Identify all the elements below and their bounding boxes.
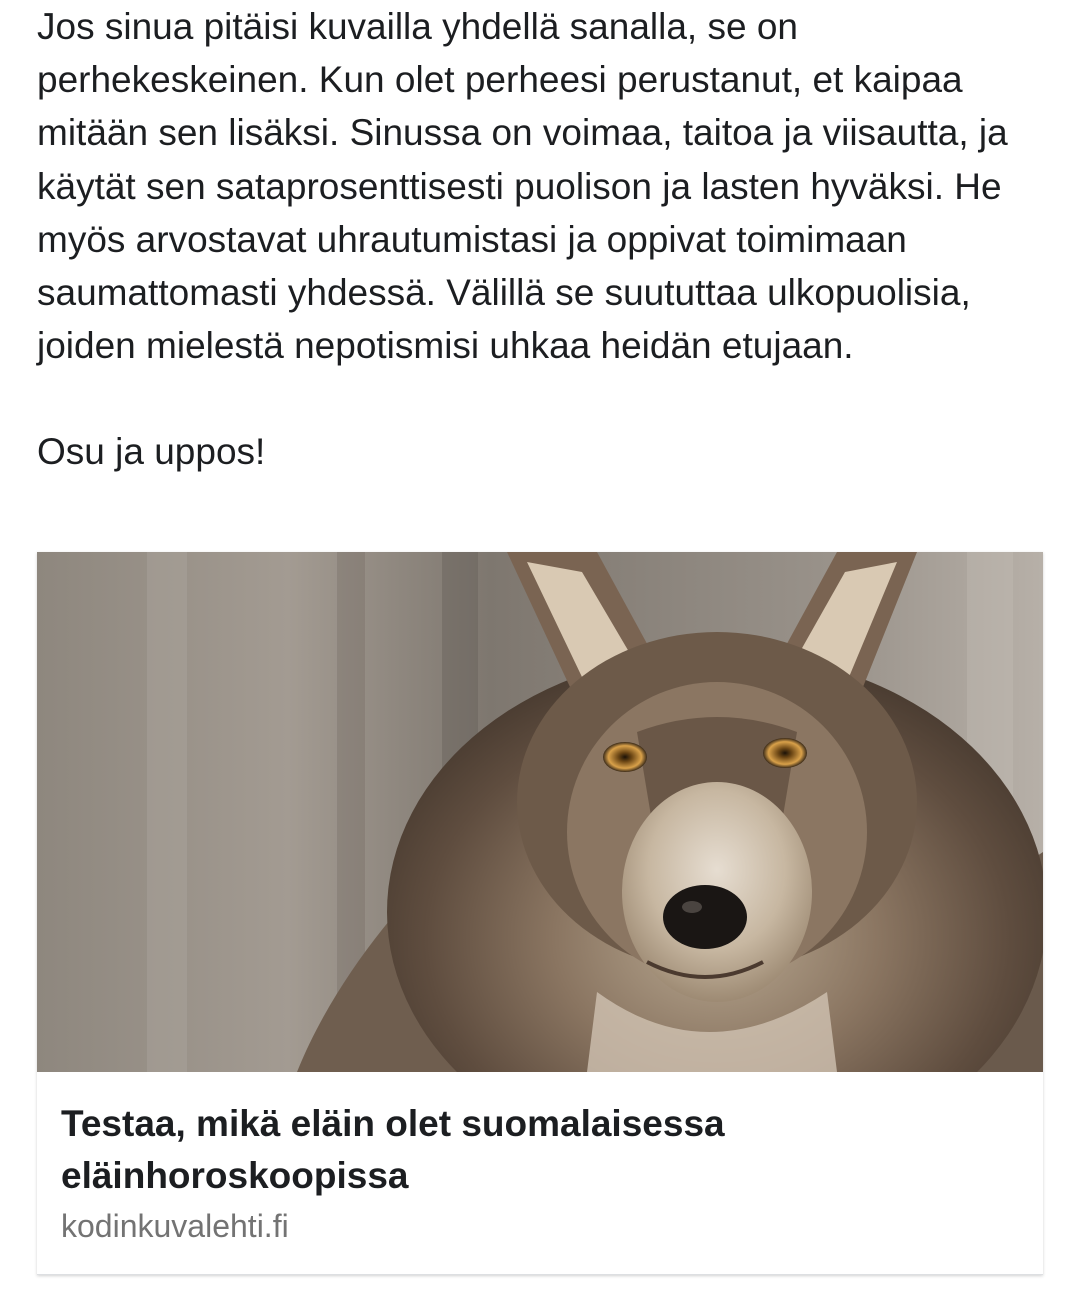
link-preview-image[interactable] [37, 552, 1043, 1072]
post-paragraph-2: Osu ja uppos! [37, 431, 266, 473]
link-preview-card[interactable]: Testaa, mikä eläin olet suomalaisessa el… [37, 552, 1043, 1275]
post-body: Jos sinua pitäisi kuvailla yhdellä sanal… [37, 0, 1047, 479]
link-preview-title[interactable]: Testaa, mikä eläin olet suomalaisessa el… [61, 1098, 1021, 1202]
post-paragraph-1: Jos sinua pitäisi kuvailla yhdellä sanal… [37, 6, 1008, 367]
link-preview-domain: kodinkuvalehti.fi [61, 1208, 289, 1244]
